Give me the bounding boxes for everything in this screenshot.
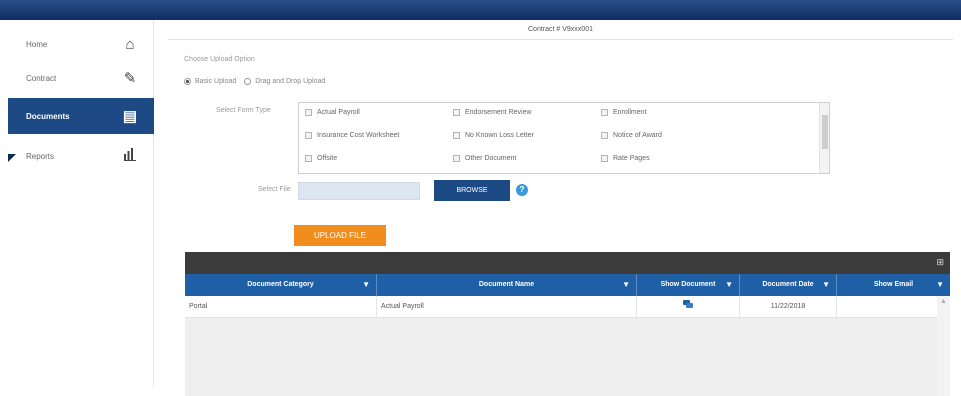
home-icon: ⌂ — [125, 35, 135, 53]
app-window: Home ⌂ Contract ✎ Documents ▤ Reports Co… — [0, 0, 961, 396]
drag-drop-upload-label: Drag and Drop Upload — [255, 78, 326, 85]
filter-icon[interactable]: ▼ — [725, 274, 733, 296]
form-type-label: Enrollment — [613, 109, 647, 116]
sidebar-item-documents[interactable]: Documents ▤ — [8, 98, 154, 134]
bar-chart-icon — [122, 147, 138, 165]
form-type-option[interactable]: Endorsement Review — [453, 109, 532, 116]
column-title: Document Category — [247, 281, 314, 288]
checkbox[interactable] — [305, 109, 312, 116]
column-header[interactable]: Show Email ▼ — [837, 274, 950, 296]
scrollbar-thumb[interactable] — [822, 115, 828, 149]
drag-drop-upload-radio[interactable] — [244, 78, 252, 85]
column-header[interactable]: Document Category ▼ — [185, 274, 377, 296]
checkbox[interactable] — [453, 155, 460, 162]
sidebar-item-contract[interactable]: Contract ✎ — [8, 60, 154, 96]
contract-header: Contract # V9xxx001 — [168, 20, 953, 40]
form-type-option[interactable]: Offsite — [305, 155, 337, 162]
pencil-icon: ✎ — [123, 70, 137, 87]
filter-icon[interactable]: ▼ — [822, 274, 830, 296]
sidebar-item-label: Reports — [26, 151, 55, 161]
browse-button[interactable]: BROWSE — [434, 180, 510, 201]
column-menu-icon[interactable]: ⊞ — [936, 257, 944, 268]
form-type-option[interactable]: Enrollment — [601, 109, 646, 116]
checkbox[interactable] — [601, 132, 608, 139]
document-date-cell: 11/22/2018 — [740, 296, 837, 318]
upload-option-label: Choose Upload Option — [184, 56, 255, 63]
table-row[interactable]: Portal Actual Payroll 11/22/2018 — [185, 296, 937, 318]
grid-body: Portal Actual Payroll 11/22/2018 ▲ — [185, 296, 950, 396]
checkbox[interactable] — [453, 109, 460, 116]
column-header[interactable]: Document Name ▼ — [377, 274, 637, 296]
checkbox[interactable] — [601, 155, 608, 162]
form-type-label: Rate Pages — [613, 155, 650, 162]
form-type-option[interactable]: Other Document — [453, 155, 516, 162]
form-type-option[interactable]: Actual Payroll — [305, 109, 360, 116]
help-icon[interactable]: ? — [516, 184, 528, 196]
form-type-option[interactable]: No Known Loss Letter — [453, 132, 534, 139]
scroll-up-icon[interactable]: ▲ — [940, 298, 947, 305]
checkbox[interactable] — [305, 155, 312, 162]
form-type-scrollbar[interactable] — [819, 103, 829, 173]
document-icon: ▤ — [122, 108, 138, 125]
file-path-input[interactable] — [298, 182, 420, 200]
sidebar-item-home[interactable]: Home ⌂ — [8, 26, 154, 62]
checkbox[interactable] — [453, 132, 460, 139]
grid-toolbar: ⊞ — [185, 252, 950, 274]
checkbox[interactable] — [601, 109, 608, 116]
show-email-cell — [837, 296, 937, 318]
form-type-label: Insurance Cost Worksheet — [317, 132, 400, 139]
filter-icon[interactable]: ▼ — [362, 274, 370, 296]
form-type-option[interactable]: Insurance Cost Worksheet — [305, 132, 399, 139]
show-document-cell — [637, 296, 740, 318]
column-title: Document Date — [762, 281, 814, 288]
column-title: Show Email — [873, 281, 914, 288]
column-title: Show Document — [660, 281, 716, 288]
column-title: Document Name — [478, 281, 535, 288]
select-file-label: Select File — [258, 186, 291, 193]
category-cell: Portal — [185, 296, 377, 318]
form-type-list[interactable]: Actual Payroll Endorsement Review Enroll… — [298, 102, 830, 174]
form-type-option[interactable]: Rate Pages — [601, 155, 650, 162]
document-name-cell: Actual Payroll — [377, 296, 637, 318]
grid-header: Document Category ▼ Document Name ▼ Show… — [185, 274, 950, 296]
form-type-label: Actual Payroll — [317, 109, 360, 116]
column-header[interactable]: Document Date ▼ — [740, 274, 837, 296]
sidebar-item-label: Home — [26, 39, 48, 49]
form-type-option[interactable]: Notice of Award — [601, 132, 662, 139]
checkbox[interactable] — [305, 132, 312, 139]
grid-scrollbar[interactable]: ▲ — [937, 296, 950, 396]
column-header[interactable]: Show Document ▼ — [637, 274, 740, 296]
basic-upload-radio[interactable] — [184, 78, 191, 85]
upload-option-group: Basic Upload Drag and Drop Upload — [184, 78, 325, 85]
form-type-label: Select Form Type — [216, 107, 271, 114]
sidebar: Home ⌂ Contract ✎ Documents ▤ Reports — [8, 20, 154, 387]
main-content: Contract # V9xxx001 Choose Upload Option… — [154, 20, 953, 396]
basic-upload-label: Basic Upload — [195, 78, 237, 85]
top-bar — [0, 0, 961, 20]
filter-icon[interactable]: ▼ — [936, 274, 944, 296]
sidebar-item-label: Documents — [26, 111, 70, 121]
form-type-label: No Known Loss Letter — [465, 132, 534, 139]
form-type-label: Offsite — [317, 155, 338, 162]
sidebar-item-label: Contract — [26, 73, 57, 83]
form-type-label: Notice of Award — [613, 132, 662, 139]
filter-icon[interactable]: ▼ — [622, 274, 630, 296]
view-document-icon[interactable] — [683, 300, 693, 310]
upload-file-button[interactable]: UPLOAD FILE — [294, 225, 386, 246]
form-type-label: Other Document — [465, 155, 517, 162]
sidebar-item-reports[interactable]: Reports — [8, 138, 154, 174]
form-type-label: Endorsement Review — [465, 109, 532, 116]
